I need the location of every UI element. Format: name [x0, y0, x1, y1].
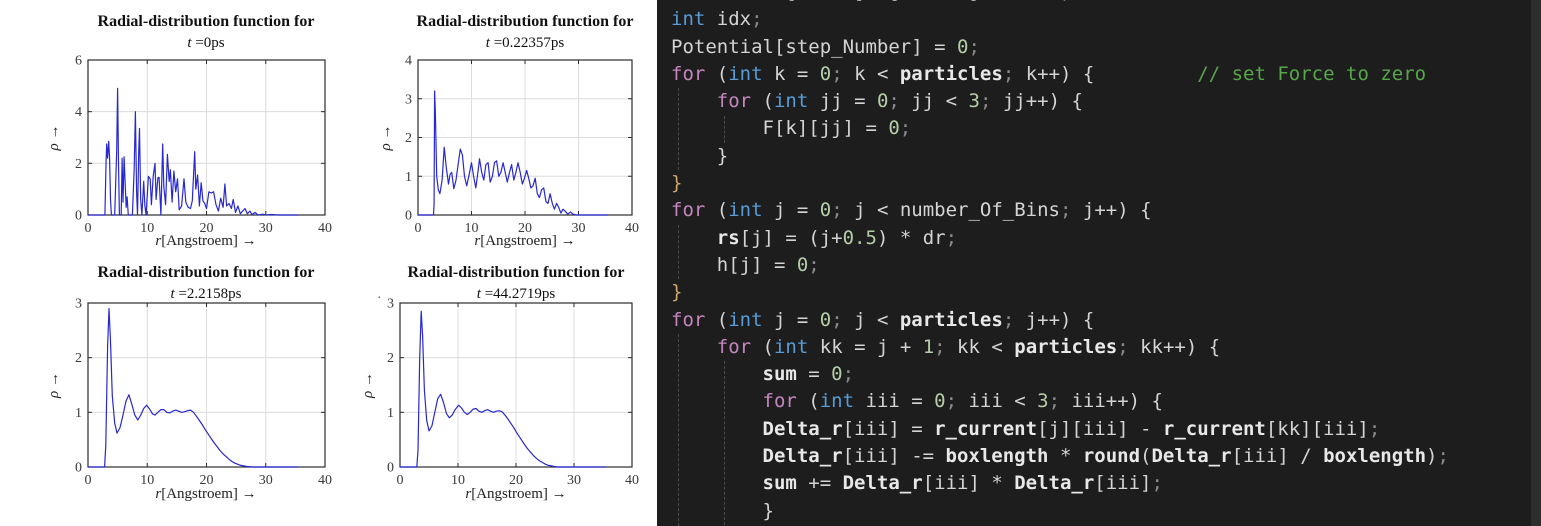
x-tick-label: 40 [625, 221, 639, 236]
code-line: Potential[step_Number] = 0; [671, 35, 980, 58]
rdf-chart-2: 0 10 20 30 4001234Radial-distribution functi… [378, 13, 639, 249]
chart-title: Radial-distribution function for [408, 264, 625, 281]
code-line: Delta_r[iii] -= boxlength * round(Delta_… [762, 445, 1449, 468]
y-tick-label: 2 [75, 351, 82, 366]
y-tick-label: 2 [75, 157, 82, 172]
y-tick-label: 4 [405, 54, 412, 69]
y-tick-label: 0 [75, 461, 82, 476]
chart-subtitle: t =44.2719ps [477, 286, 556, 302]
code-editor[interactable]: [ ] [ ] ;int idx;Potential[step_Number] … [657, 0, 1541, 526]
x-tick-label: 40 [318, 221, 332, 236]
code-line: for (int kk = j + 1; kk < particles; kk+… [716, 335, 1221, 358]
y-tick-label: 0 [75, 209, 82, 224]
chart-title: Radial-distribution function for [98, 13, 315, 30]
code-line: } [671, 499, 774, 522]
x-tick-label: 0 [415, 221, 422, 236]
x-tick-label: 0 [85, 473, 92, 488]
code-line: int idx; [671, 8, 763, 31]
x-tick-label: 40 [318, 473, 332, 488]
y-axis-label: ρ → [360, 372, 376, 399]
y-tick-label: 3 [405, 92, 412, 107]
y-axis-label: ρ → [46, 372, 62, 399]
x-tick-label: 0 [397, 473, 404, 488]
code-line: } [671, 172, 683, 195]
rdf-chart-3: 0 10 20 30 400123Radial-distribution functio… [46, 264, 332, 502]
chart-title: Radial-distribution function for [98, 264, 315, 281]
y-tick-label: 6 [75, 54, 82, 69]
y-tick-label: 2 [405, 131, 412, 146]
chart-subtitle: t =2.2158ps [171, 286, 242, 302]
code-line: h[j] = 0; [671, 253, 820, 276]
code-line: } [671, 281, 683, 304]
y-tick-label: 0 [387, 461, 394, 476]
y-axis-label: ρ → [46, 125, 62, 152]
rdf-line [418, 90, 608, 216]
x-tick-label: 10 [140, 221, 154, 236]
code-line: for (int iii = 0; iii < 3; iii++) { [762, 390, 1163, 413]
chart-subtitle: t =0ps [187, 35, 224, 51]
rdf-chart-4: 0 10 20 30 400123Radial-distribution functio… [360, 264, 639, 502]
x-axis-label: r[Angstroem] → [465, 486, 566, 502]
matlab-figure-pane: 0 10 20 30 40 0 2 4 6 Radial-distribution functio… [0, 0, 657, 526]
code-lines: [ ] [ ] ;int idx;Potential[step_Number] … [657, 0, 1541, 525]
y-tick-label: 2 [387, 351, 394, 366]
code-line: for (int k = 0; k < particles; k++) { //… [671, 62, 1427, 85]
x-axis-label: r[Angstroem] → [155, 233, 256, 249]
stray-dot: · [377, 291, 382, 306]
code-line: } [671, 144, 729, 167]
code-line: for (int j = 0; j < number_Of_Bins; j++)… [671, 199, 1152, 222]
rdf-line [88, 307, 299, 468]
rdf-chart-1: 0 10 20 30 400246Radial-distribution functio… [46, 13, 332, 249]
y-tick-label: 3 [387, 297, 394, 312]
code-line: rs[j] = (j+0.5) * dr; [716, 226, 958, 249]
x-axis-label: r[Angstroem] → [155, 486, 256, 502]
y-tick-label: 3 [75, 297, 82, 312]
code-line: F[k][jj] = 0; [671, 117, 912, 140]
x-tick-label: 30 [567, 473, 581, 488]
x-tick-label: 30 [259, 473, 273, 488]
x-tick-label: 10 [451, 473, 465, 488]
code-line: for (int j = 0; j < particles; j++) { [671, 308, 1095, 331]
x-tick-label: 0 [85, 221, 92, 236]
code-line: Delta_r[iii] = r_current[j][iii] - r_cur… [762, 417, 1381, 440]
x-axis-label: r[Angstroem] → [474, 233, 575, 249]
y-tick-label: 4 [75, 105, 82, 120]
rdf-line [400, 310, 606, 468]
y-axis-label: ρ → [378, 125, 394, 152]
y-tick-label: 1 [387, 406, 394, 421]
code-line: sum = 0; [762, 363, 855, 386]
chart-subtitle: t =0.22357ps [486, 35, 565, 51]
y-tick-label: 0 [405, 209, 412, 224]
rdf-charts-figure: 0 10 20 30 400246Radial-distribution functio… [46, 13, 639, 502]
code-line: sum += Delta_r[iii] * Delta_r[iii]; [762, 472, 1163, 495]
x-tick-label: 30 [259, 221, 273, 236]
code-line: for (int jj = 0; jj < 3; jj++) { [716, 90, 1083, 113]
y-tick-label: 1 [75, 406, 82, 421]
screen: 0 10 20 30 40 0 2 4 6 Radial-distribution functio… [0, 0, 1541, 526]
chart-title: Radial-distribution function for [417, 13, 634, 30]
y-tick-label: 1 [405, 170, 412, 185]
rdf-line [88, 87, 299, 216]
x-tick-label: 10 [140, 473, 154, 488]
x-tick-label: 40 [625, 473, 639, 488]
